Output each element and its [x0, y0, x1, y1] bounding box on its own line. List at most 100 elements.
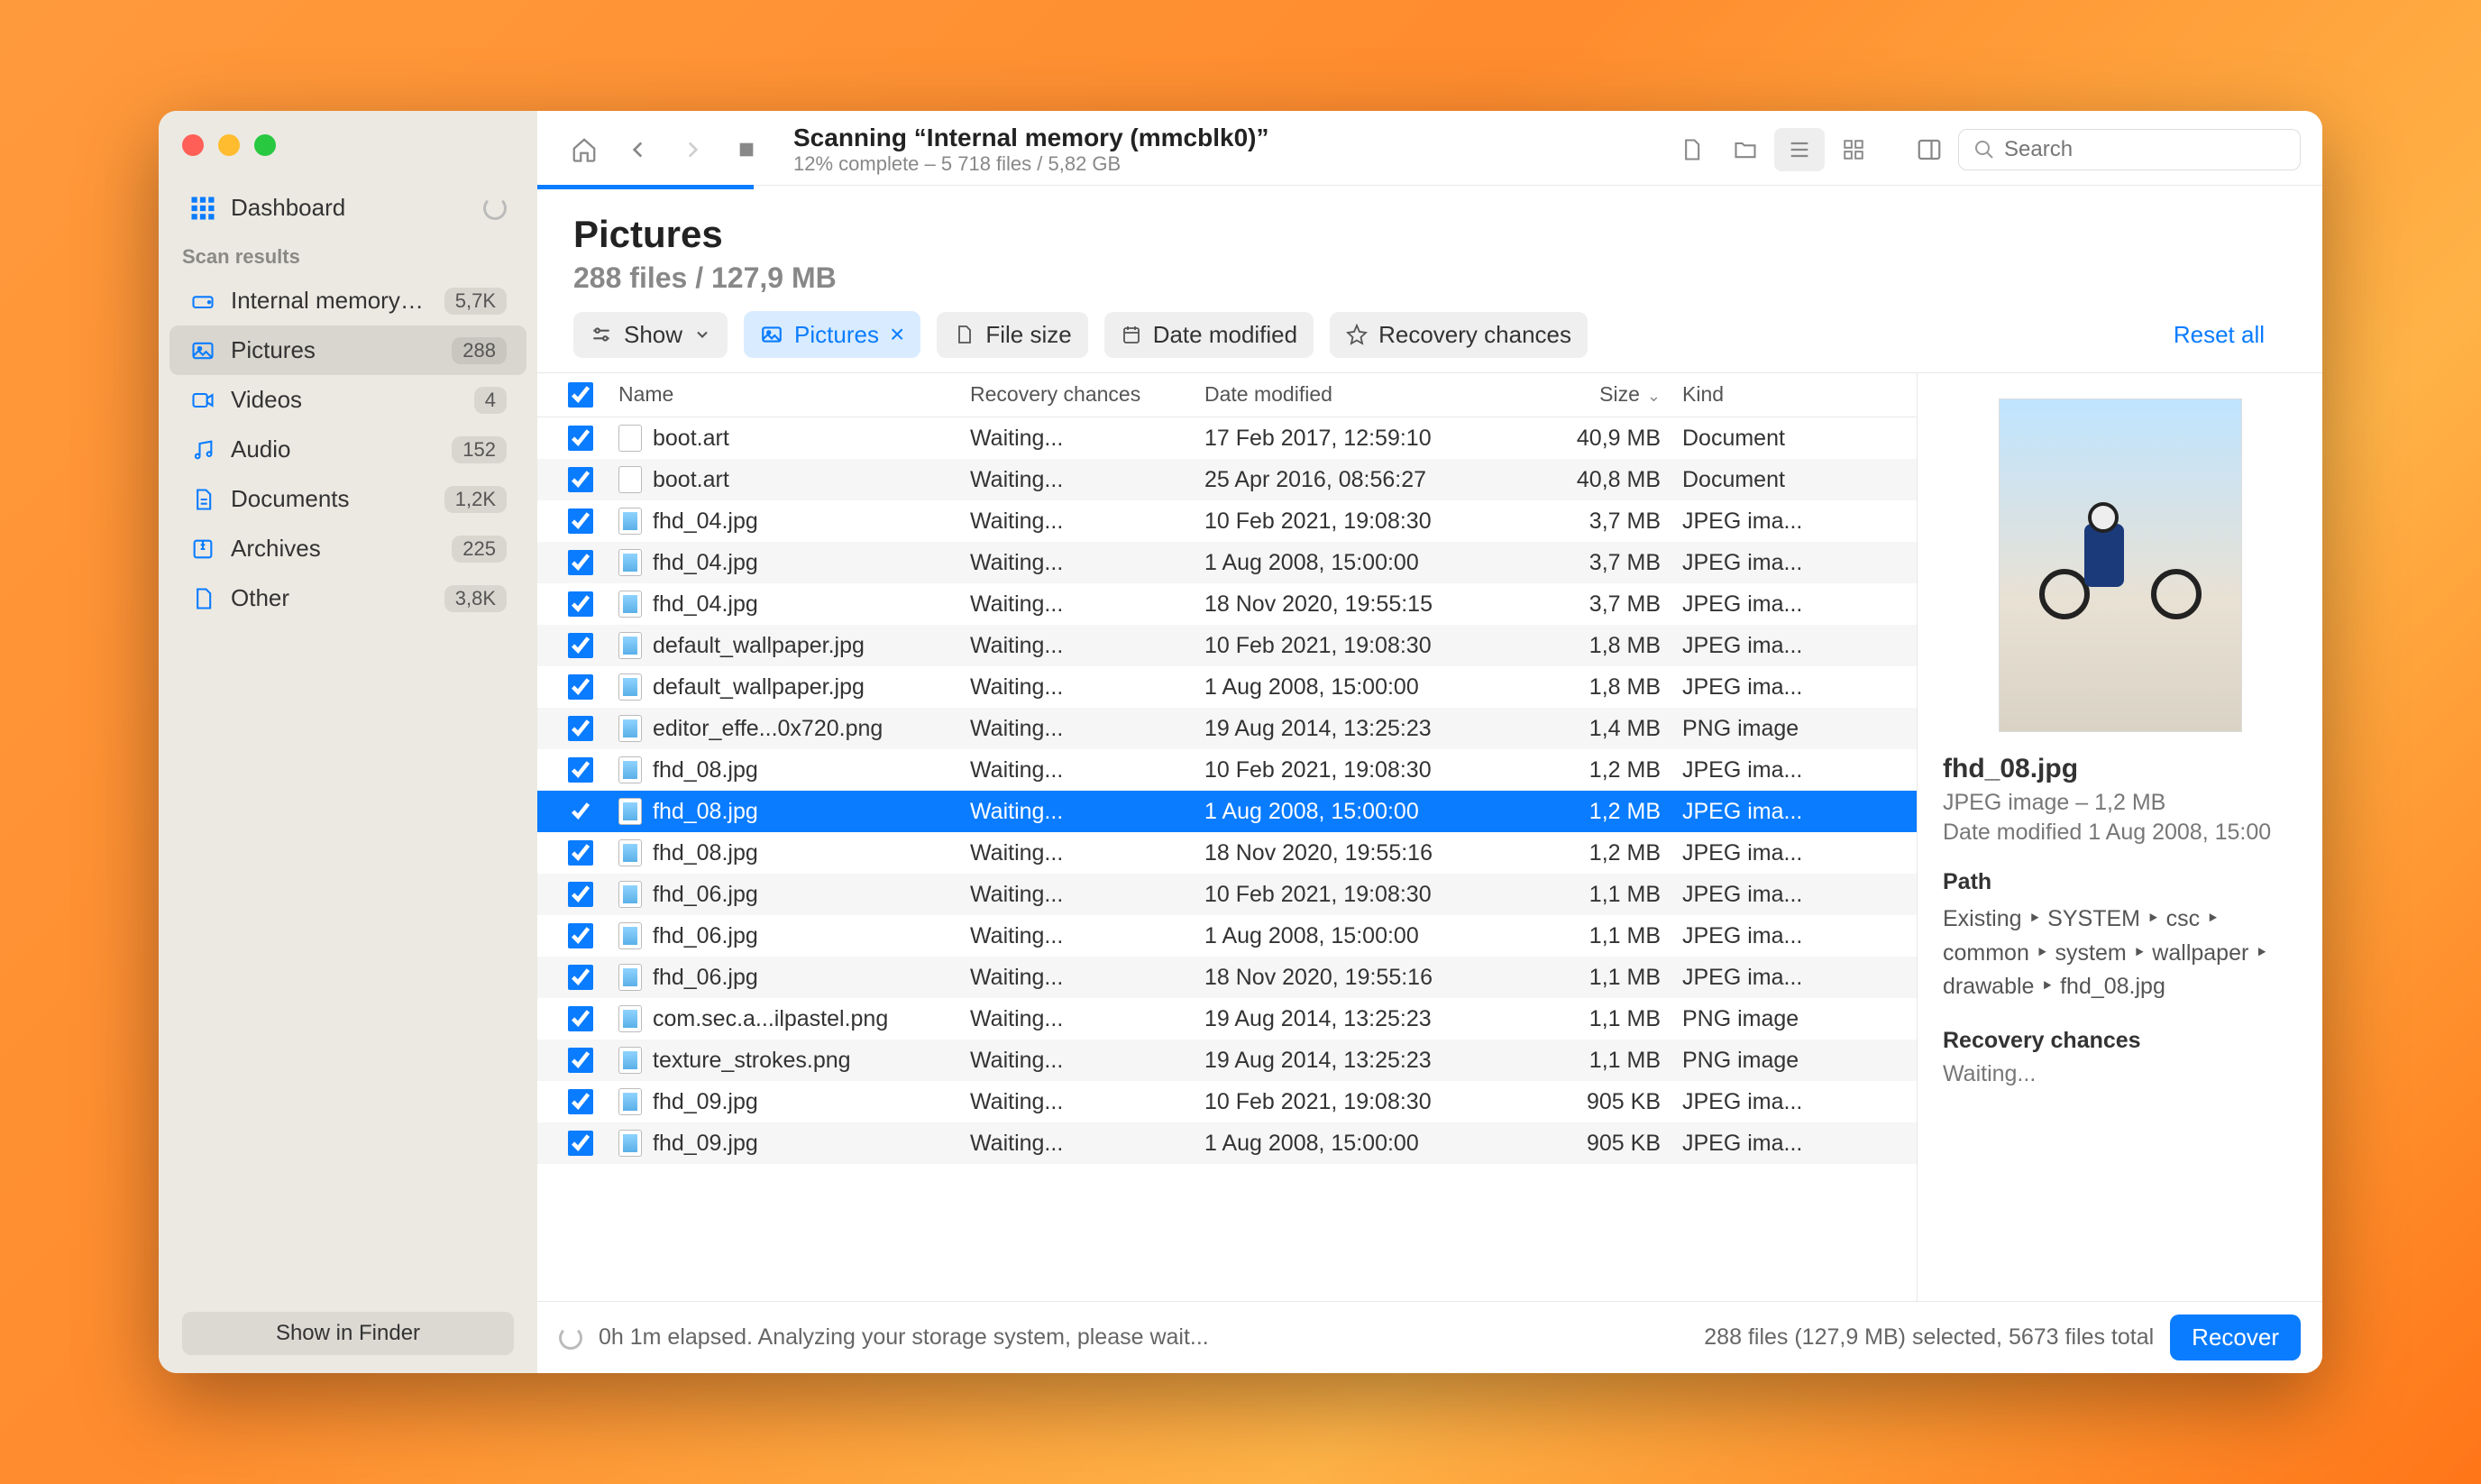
file-size-filter-button[interactable]: File size [937, 312, 1087, 358]
row-checkbox[interactable] [568, 633, 593, 658]
file-recovery: Waiting... [959, 426, 1194, 452]
row-checkbox[interactable] [568, 840, 593, 866]
table-row[interactable]: com.sec.a...ilpastel.pngWaiting...19 Aug… [537, 998, 1917, 1040]
file-name: fhd_06.jpg [653, 882, 758, 908]
row-checkbox[interactable] [568, 674, 593, 700]
close-window-button[interactable] [182, 134, 204, 156]
table-row[interactable]: fhd_09.jpgWaiting...10 Feb 2021, 19:08:3… [537, 1081, 1917, 1122]
table-row[interactable]: fhd_04.jpgWaiting...10 Feb 2021, 19:08:3… [537, 500, 1917, 542]
table-row[interactable]: fhd_09.jpgWaiting...1 Aug 2008, 15:00:00… [537, 1122, 1917, 1164]
sidebar-heading-scan-results: Scan results [159, 233, 537, 276]
sidebar-item-archive[interactable]: Archives225 [169, 524, 526, 573]
sidebar-item-picture[interactable]: Pictures288 [169, 325, 526, 375]
file-recovery: Waiting... [959, 674, 1194, 701]
table-row[interactable]: fhd_08.jpgWaiting...18 Nov 2020, 19:55:1… [537, 832, 1917, 874]
sidebar-item-label: Archives [231, 535, 437, 563]
file-recovery: Waiting... [959, 757, 1194, 783]
search-input[interactable] [2004, 137, 2285, 162]
fullscreen-window-button[interactable] [254, 134, 276, 156]
reset-all-button[interactable]: Reset all [2174, 321, 2286, 349]
view-folder-button[interactable] [1720, 128, 1771, 171]
table-row[interactable]: default_wallpaper.jpgWaiting...1 Aug 200… [537, 666, 1917, 708]
recover-button[interactable]: Recover [2170, 1315, 2301, 1360]
file-kind: Document [1671, 467, 1816, 493]
sidebar-item-dashboard[interactable]: Dashboard [169, 183, 526, 233]
file-recovery: Waiting... [959, 882, 1194, 908]
recovery-chances-filter-button[interactable]: Recovery chances [1330, 312, 1588, 358]
file-icon [953, 324, 975, 345]
back-button[interactable] [613, 128, 664, 171]
file-recovery: Waiting... [959, 1048, 1194, 1074]
table-row[interactable]: fhd_08.jpgWaiting...1 Aug 2008, 15:00:00… [537, 791, 1917, 832]
file-kind: JPEG ima... [1671, 882, 1816, 908]
sidebar-item-document[interactable]: Documents1,2K [169, 474, 526, 524]
table-row[interactable]: boot.artWaiting...17 Feb 2017, 12:59:104… [537, 417, 1917, 459]
table-row[interactable]: default_wallpaper.jpgWaiting...10 Feb 20… [537, 625, 1917, 666]
row-checkbox[interactable] [568, 923, 593, 948]
table-row[interactable]: fhd_06.jpgWaiting...18 Nov 2020, 19:55:1… [537, 957, 1917, 998]
row-checkbox[interactable] [568, 965, 593, 990]
row-checkbox[interactable] [568, 1089, 593, 1114]
row-checkbox[interactable] [568, 591, 593, 617]
row-checkbox[interactable] [568, 799, 593, 824]
column-recovery[interactable]: Recovery chances [959, 382, 1194, 408]
file-size: 1,8 MB [1518, 633, 1671, 659]
row-checkbox[interactable] [568, 1131, 593, 1156]
file-recovery: Waiting... [959, 799, 1194, 825]
row-checkbox[interactable] [568, 757, 593, 783]
view-list-button[interactable] [1774, 128, 1825, 171]
table-row[interactable]: editor_effe...0x720.pngWaiting...19 Aug … [537, 708, 1917, 749]
table-row[interactable]: fhd_04.jpgWaiting...18 Nov 2020, 19:55:1… [537, 583, 1917, 625]
table-row[interactable]: fhd_08.jpgWaiting...10 Feb 2021, 19:08:3… [537, 749, 1917, 791]
forward-button[interactable] [667, 128, 718, 171]
sidebar-item-other[interactable]: Other3,8K [169, 573, 526, 623]
column-date[interactable]: Date modified [1194, 382, 1518, 408]
file-kind: PNG image [1671, 1006, 1816, 1032]
sidebar-item-drive[interactable]: Internal memory (...5,7K [169, 276, 526, 325]
heading-block: Pictures 288 files / 127,9 MB [537, 189, 2322, 311]
file-name: fhd_04.jpg [653, 508, 758, 535]
app-window: Dashboard Scan results Internal memory (… [159, 111, 2322, 1373]
row-checkbox[interactable] [568, 716, 593, 741]
table-row[interactable]: texture_strokes.pngWaiting...19 Aug 2014… [537, 1040, 1917, 1081]
table-row[interactable]: boot.artWaiting...25 Apr 2016, 08:56:274… [537, 459, 1917, 500]
toolbar-title: Scanning “Internal memory (mmcblk0)” [793, 124, 1662, 152]
minimize-window-button[interactable] [218, 134, 240, 156]
sidebar-item-video[interactable]: Videos4 [169, 375, 526, 425]
select-all-checkbox[interactable] [568, 382, 593, 408]
view-document-button[interactable] [1666, 128, 1717, 171]
page-subtitle: 288 files / 127,9 MB [573, 261, 2286, 295]
show-in-finder-button[interactable]: Show in Finder [182, 1312, 514, 1355]
date-modified-filter-button[interactable]: Date modified [1104, 312, 1314, 358]
row-checkbox[interactable] [568, 467, 593, 492]
column-size[interactable]: Size⌄ [1518, 382, 1671, 408]
stop-button[interactable] [721, 128, 772, 171]
show-filter-button[interactable]: Show [573, 312, 728, 358]
view-grid-button[interactable] [1828, 128, 1879, 171]
table-row[interactable]: fhd_06.jpgWaiting...1 Aug 2008, 15:00:00… [537, 915, 1917, 957]
pictures-filter-chip[interactable]: Pictures × [744, 311, 920, 358]
column-name[interactable]: Name [608, 382, 959, 408]
search-field[interactable] [1958, 129, 2301, 170]
row-checkbox[interactable] [568, 1006, 593, 1031]
row-checkbox[interactable] [568, 426, 593, 451]
spinner-icon [559, 1326, 582, 1350]
row-checkbox[interactable] [568, 508, 593, 534]
home-button[interactable] [559, 128, 609, 171]
file-name: fhd_04.jpg [653, 550, 758, 576]
row-checkbox[interactable] [568, 882, 593, 907]
row-checkbox[interactable] [568, 550, 593, 575]
file-icon [618, 1088, 642, 1115]
row-checkbox[interactable] [568, 1048, 593, 1073]
main-panel: Scanning “Internal memory (mmcblk0)” 12%… [537, 111, 2322, 1373]
file-icon [618, 1047, 642, 1074]
file-date: 25 Apr 2016, 08:56:27 [1194, 467, 1518, 493]
remove-filter-icon[interactable]: × [890, 320, 904, 349]
filter-row: Show Pictures × File size Date modified … [537, 311, 2322, 372]
sidebar-item-badge: 152 [452, 436, 507, 463]
toggle-sidebar-button[interactable] [1904, 128, 1955, 171]
table-row[interactable]: fhd_06.jpgWaiting...10 Feb 2021, 19:08:3… [537, 874, 1917, 915]
sidebar-item-audio[interactable]: Audio152 [169, 425, 526, 474]
column-kind[interactable]: Kind [1671, 382, 1816, 408]
table-row[interactable]: fhd_04.jpgWaiting...1 Aug 2008, 15:00:00… [537, 542, 1917, 583]
